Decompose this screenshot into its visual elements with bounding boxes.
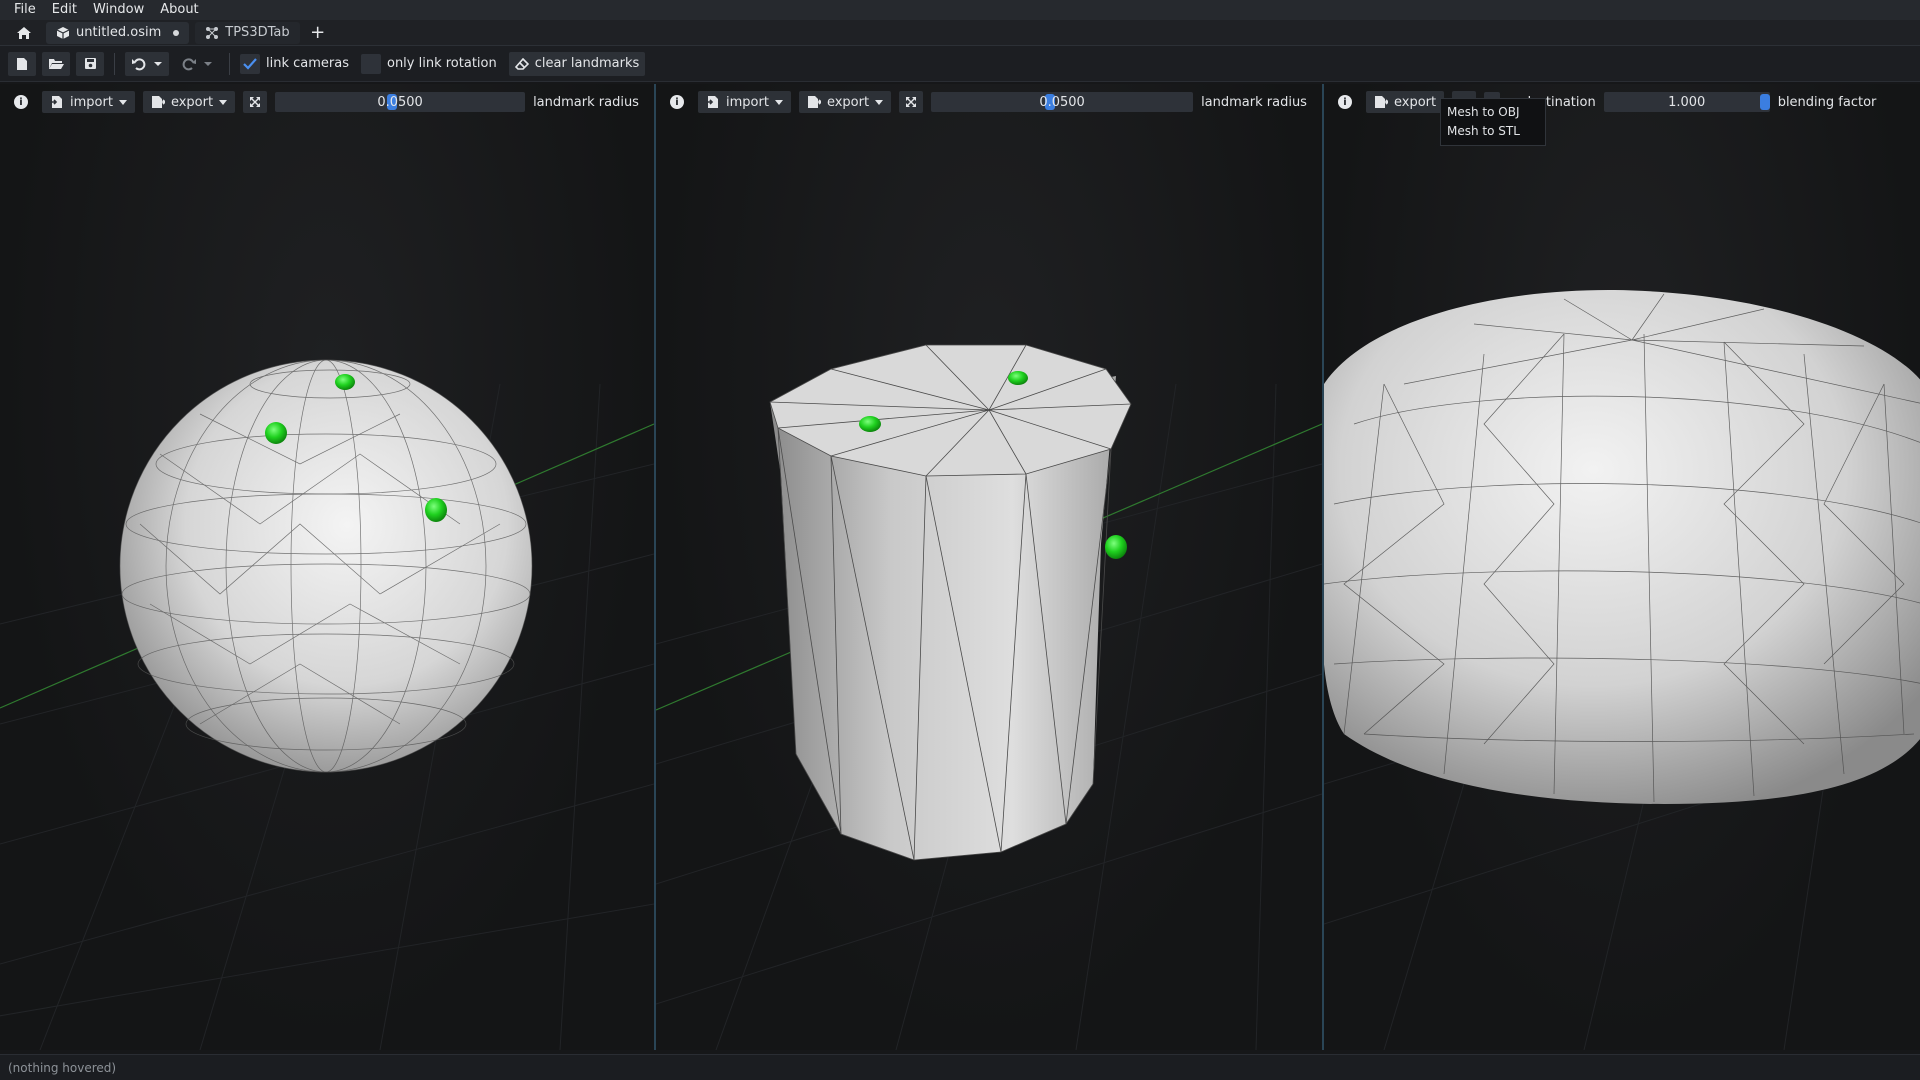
panel-toolbar: i export ow destination 1.000 blending f…	[1324, 84, 1920, 120]
landmark-marker	[265, 422, 287, 444]
landmark-marker	[1008, 371, 1028, 385]
open-file-button[interactable]	[42, 51, 70, 76]
menu-file[interactable]: File	[6, 0, 44, 20]
blending-factor-label: blending factor	[1777, 94, 1877, 110]
chevron-down-icon	[154, 61, 162, 66]
export-label: export	[170, 94, 214, 110]
status-text: (nothing hovered)	[8, 1060, 117, 1075]
panel-toolbar: i import export 0.0500 landmark radius	[0, 84, 654, 120]
chevron-down-icon	[219, 99, 228, 105]
menu-edit[interactable]: Edit	[44, 0, 85, 20]
home-icon	[17, 26, 31, 39]
export-dropdown[interactable]: export	[1366, 91, 1445, 113]
expand-icon	[250, 97, 261, 107]
landmark-radius-label: landmark radius	[1201, 94, 1307, 110]
link-cameras-checkbox[interactable]	[240, 53, 260, 74]
save-icon	[84, 58, 96, 69]
main-toolbar: link cameras only link rotation clear la…	[0, 46, 1920, 82]
import-dropdown[interactable]: import	[42, 91, 135, 113]
menubar: File Edit Window About	[0, 0, 1920, 20]
clear-landmarks-label: clear landmarks	[534, 56, 640, 71]
only-link-rotation-checkbox[interactable]	[360, 53, 381, 74]
export-label: export	[826, 94, 870, 110]
landmark-marker	[1105, 535, 1127, 559]
plus-icon: +	[310, 22, 326, 43]
export-menu-popup: Mesh to OBJ Mesh to STL	[1440, 98, 1546, 146]
nodes-icon	[206, 26, 219, 39]
unsaved-indicator	[173, 29, 180, 36]
tab-untitled-osim[interactable]: untitled.osim	[46, 21, 190, 44]
export-icon	[1375, 96, 1388, 108]
slider-value: 0.0500	[1039, 94, 1085, 110]
toolbar-separator	[229, 52, 230, 75]
slider-grab[interactable]	[1759, 94, 1770, 110]
autoscale-button[interactable]	[243, 91, 268, 113]
only-link-rotation-label: only link rotation	[386, 56, 497, 71]
checkmark-icon	[243, 57, 257, 70]
import-icon	[706, 96, 718, 108]
info-icon[interactable]: i	[670, 95, 684, 109]
landmark-marker	[859, 416, 881, 432]
panel-toolbar: i import export 0.0500 landmark radius	[656, 84, 1322, 120]
landmark-radius-slider[interactable]: 0.0500	[931, 92, 1194, 112]
redo-icon	[182, 57, 196, 70]
file-icon	[17, 57, 27, 70]
viewport-canvas[interactable]	[1324, 84, 1920, 1050]
source-mesh-viewport[interactable]: i import export 0.0500 landmark radius	[0, 84, 654, 1050]
slider-value: 1.000	[1668, 94, 1706, 110]
eraser-icon	[514, 57, 529, 70]
cylinder-mesh[interactable]	[661, 344, 1132, 861]
toolbar-separator	[114, 52, 115, 75]
chevron-down-icon	[118, 99, 127, 105]
export-icon	[151, 96, 165, 108]
landmark-marker	[335, 374, 355, 390]
export-icon	[807, 96, 821, 108]
autoscale-button[interactable]	[899, 91, 924, 113]
menu-item-mesh-to-obj[interactable]: Mesh to OBJ	[1447, 103, 1539, 122]
tab-home[interactable]	[8, 22, 40, 44]
export-label: export	[1394, 94, 1437, 110]
tab-tps3dtab[interactable]: TPS3DTab	[195, 21, 300, 44]
link-cameras-label: link cameras	[266, 56, 349, 71]
import-label: import	[726, 94, 769, 110]
landmark-radius-label: landmark radius	[533, 94, 639, 110]
landmark-marker	[425, 498, 447, 522]
undo-icon	[132, 57, 146, 70]
destination-mesh-viewport[interactable]: i import export 0.0500 landmark radius	[656, 84, 1322, 1050]
info-icon[interactable]: i	[14, 95, 28, 109]
landmark-radius-slider[interactable]: 0.0500	[275, 92, 526, 112]
menu-about[interactable]: About	[152, 0, 206, 20]
new-file-button[interactable]	[8, 51, 36, 76]
tab-bar: untitled.osim TPS3DTab +	[0, 20, 1920, 46]
folder-open-icon	[49, 59, 64, 69]
cube-icon	[56, 26, 70, 39]
redo-button[interactable]	[175, 52, 219, 76]
export-dropdown[interactable]: export	[798, 91, 892, 113]
blending-factor-slider[interactable]: 1.000	[1603, 92, 1770, 112]
add-tab-button[interactable]: +	[306, 22, 330, 44]
import-icon	[50, 96, 62, 108]
export-dropdown[interactable]: export	[142, 91, 236, 113]
slider-value: 0.0500	[377, 94, 423, 110]
tab-label: untitled.osim	[76, 25, 162, 40]
tab-label: TPS3DTab	[225, 25, 290, 40]
undo-button[interactable]	[125, 51, 169, 76]
sphere-mesh[interactable]	[119, 359, 533, 773]
clear-landmarks-button[interactable]: clear landmarks	[508, 51, 646, 76]
blended-mesh[interactable]	[1324, 289, 1920, 804]
expand-icon	[906, 97, 917, 107]
chevron-down-icon	[204, 61, 212, 66]
status-bar: (nothing hovered)	[0, 1054, 1920, 1080]
info-icon[interactable]: i	[1338, 95, 1352, 109]
save-button[interactable]	[76, 51, 104, 76]
import-dropdown[interactable]: import	[698, 91, 791, 113]
viewport-canvas[interactable]	[656, 84, 1322, 1050]
import-label: import	[70, 94, 113, 110]
menu-window[interactable]: Window	[85, 0, 152, 20]
chevron-down-icon	[774, 99, 783, 105]
chevron-down-icon	[875, 99, 884, 105]
viewport-canvas[interactable]	[0, 84, 654, 1050]
menu-item-mesh-to-stl[interactable]: Mesh to STL	[1447, 122, 1539, 141]
result-mesh-viewport[interactable]: i export ow destination 1.000 blending f…	[1324, 84, 1920, 1050]
